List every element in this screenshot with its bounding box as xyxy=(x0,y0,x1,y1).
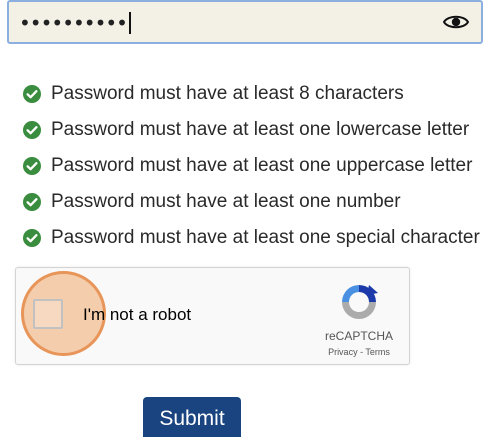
password-value: •••••••••• xyxy=(19,12,131,34)
check-circle-icon xyxy=(23,229,41,247)
recaptcha-logo-icon xyxy=(342,285,378,319)
requirement-item: Password must have at least one lowercas… xyxy=(23,112,480,148)
password-input[interactable]: •••••••••• xyxy=(7,0,483,44)
recaptcha-checkbox[interactable] xyxy=(33,299,63,329)
check-circle-icon xyxy=(23,157,41,175)
recaptcha-brand: reCAPTCHA xyxy=(324,329,393,343)
requirement-item: Password must have at least one number xyxy=(23,184,480,220)
text-caret xyxy=(128,12,131,34)
privacy-link[interactable]: Privacy xyxy=(328,347,358,357)
requirement-item: Password must have at least one special … xyxy=(23,220,480,256)
requirement-item: Password must have at least one uppercas… xyxy=(23,148,480,184)
submit-button[interactable]: Submit xyxy=(143,397,241,437)
check-circle-icon xyxy=(23,121,41,139)
recaptcha-widget: I'm not a robot reCAPTCHA Privacy - Term… xyxy=(15,267,410,365)
eye-icon[interactable] xyxy=(443,13,469,31)
requirement-text: Password must have at least 8 characters xyxy=(51,83,404,104)
password-form: •••••••••• Password must have at least 8… xyxy=(0,0,497,437)
check-circle-icon xyxy=(23,85,41,103)
check-circle-icon xyxy=(23,193,41,211)
requirement-text: Password must have at least one uppercas… xyxy=(51,155,473,176)
recaptcha-links: Privacy - Terms xyxy=(311,347,407,357)
password-requirements-list: Password must have at least 8 characters… xyxy=(23,76,480,256)
requirement-text: Password must have at least one lowercas… xyxy=(51,119,470,140)
recaptcha-label: I'm not a robot xyxy=(83,305,192,324)
requirement-text: Password must have at least one number xyxy=(51,191,401,212)
requirement-text: Password must have at least one special … xyxy=(51,227,480,248)
requirement-item: Password must have at least 8 characters xyxy=(23,76,480,112)
terms-link[interactable]: Terms xyxy=(365,347,390,357)
